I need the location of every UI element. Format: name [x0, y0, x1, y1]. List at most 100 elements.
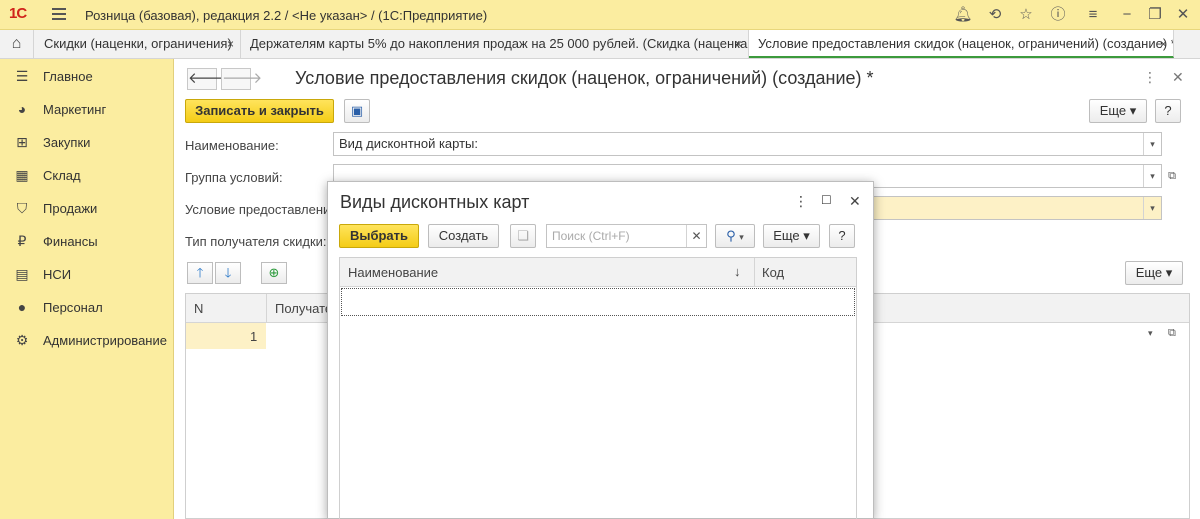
- close-form-icon[interactable]: ✕: [1172, 69, 1184, 86]
- close-window-icon[interactable]: ✕: [1173, 5, 1193, 25]
- sidebar-item-label: Продажи: [43, 201, 98, 216]
- chevron-down-icon[interactable]: ▾: [1143, 197, 1161, 219]
- help-button[interactable]: ?: [829, 224, 855, 248]
- more-label: Еще: [1099, 103, 1127, 118]
- warehouse-icon: ▦: [15, 167, 29, 183]
- tab-condition-create[interactable]: Условие предоставления скидок (наценок, …: [749, 30, 1174, 58]
- more-vertical-icon[interactable]: ⋮: [794, 193, 808, 210]
- page-title: Условие предоставления скидок (наценок, …: [295, 68, 874, 88]
- sidebar-item-purchases[interactable]: ⊞ Закупки: [0, 126, 174, 159]
- close-icon[interactable]: ✕: [849, 193, 861, 210]
- restore-icon[interactable]: ❐: [1145, 5, 1165, 25]
- tab-bar: ⌂ Скидки (наценки, ограничения) × Держат…: [0, 30, 1200, 59]
- sidebar: ☰ Главное ◕ Маркетинг ⊞ Закупки ▦ Склад …: [0, 59, 174, 519]
- group-label: Группа условий:: [185, 170, 283, 185]
- copy-icon[interactable]: ❏: [510, 224, 536, 248]
- shopping-bag-icon: ⛉: [16, 200, 28, 216]
- star-icon[interactable]: ☆: [1016, 5, 1036, 25]
- title-bar: 1С Розница (базовая), редакция 2.2 / <Не…: [0, 0, 1200, 30]
- column-header-n: N: [194, 301, 204, 316]
- save-and-close-button[interactable]: Записать и закрыть: [185, 99, 334, 123]
- search-placeholder: Поиск (Ctrl+F): [552, 229, 630, 243]
- add-row-button[interactable]: ⊕: [261, 262, 287, 284]
- name-label: Наименование:: [185, 138, 279, 153]
- table-row[interactable]: [341, 288, 855, 316]
- search-input[interactable]: Поиск (Ctrl+F) ✕: [546, 224, 707, 248]
- pie-chart-icon: ◕: [17, 101, 27, 117]
- list-icon: ☰: [15, 68, 29, 84]
- info-icon[interactable]: ⓘ: [1048, 5, 1068, 25]
- sidebar-item-label: Главное: [43, 69, 93, 84]
- column-header-name[interactable]: Наименование: [348, 265, 438, 280]
- sidebar-item-warehouse[interactable]: ▦ Склад: [0, 159, 174, 192]
- ruble-coin-icon: ₽: [17, 233, 27, 249]
- move-down-button[interactable]: 🡓: [215, 262, 241, 284]
- sidebar-item-admin[interactable]: ⚙ Администрирование: [0, 324, 174, 357]
- close-tab-icon[interactable]: ×: [1160, 30, 1167, 56]
- chevron-down-icon[interactable]: ▾: [1148, 328, 1153, 339]
- column-header-recipient: Получате: [275, 301, 333, 316]
- sidebar-item-main[interactable]: ☰ Главное: [0, 60, 174, 93]
- bell-icon[interactable]: 🔔︎: [953, 5, 973, 25]
- more-label: Еще: [1135, 265, 1163, 280]
- search-icon[interactable]: ⚲ ▾: [715, 224, 755, 248]
- sidebar-item-sales[interactable]: ⛉ Продажи: [0, 192, 174, 225]
- sidebar-item-label: Склад: [43, 168, 81, 183]
- history-icon[interactable]: ⟲: [985, 5, 1005, 25]
- discount-card-types-dialog: Виды дисконтных карт ⋮ ☐ ✕ Выбрать Созда…: [327, 181, 874, 519]
- table-more-button[interactable]: Еще ▾: [1125, 261, 1183, 285]
- person-icon: ●: [17, 299, 27, 315]
- open-link-icon[interactable]: ⧉: [1168, 327, 1176, 340]
- create-button[interactable]: Создать: [428, 224, 499, 248]
- chevron-down-icon[interactable]: ▾: [1143, 133, 1161, 155]
- close-tab-icon[interactable]: ×: [735, 30, 742, 58]
- save-icon[interactable]: ▣: [344, 99, 370, 123]
- gear-icon: ⚙: [15, 332, 29, 348]
- row-number: 1: [250, 329, 258, 344]
- move-up-button[interactable]: 🡑: [187, 262, 213, 284]
- database-icon: ▤: [15, 266, 29, 282]
- more-label: Еще: [773, 228, 800, 243]
- sidebar-item-label: Финансы: [43, 234, 98, 249]
- name-field[interactable]: Вид дисконтной карты: ▾: [333, 132, 1162, 156]
- sort-arrow-icon: ↓: [734, 264, 741, 279]
- sidebar-item-label: Маркетинг: [43, 102, 107, 117]
- help-button[interactable]: ?: [1155, 99, 1181, 123]
- dialog-title: Виды дисконтных карт: [340, 192, 530, 212]
- tab-label: Держателям карты 5% до накопления продаж…: [250, 36, 749, 51]
- tab-card-holders[interactable]: Держателям карты 5% до накопления продаж…: [241, 30, 749, 58]
- clear-search-icon[interactable]: ✕: [686, 225, 706, 247]
- close-tab-icon[interactable]: ×: [227, 30, 234, 58]
- sidebar-item-label: Персонал: [43, 300, 103, 315]
- recipient-type-label: Тип получателя скидки:: [185, 234, 327, 249]
- select-button[interactable]: Выбрать: [339, 224, 419, 248]
- app-title: Розница (базовая), редакция 2.2 / <Не ук…: [85, 8, 488, 23]
- app-logo: 1С: [9, 5, 27, 22]
- sidebar-item-marketing[interactable]: ◕ Маркетинг: [0, 93, 174, 126]
- column-header-code[interactable]: Код: [762, 265, 784, 280]
- forward-button[interactable]: 🡒: [221, 68, 262, 90]
- card-types-table: Наименование ↓ Код: [339, 257, 857, 519]
- sidebar-item-label: НСИ: [43, 267, 72, 282]
- sidebar-item-label: Администрирование: [43, 333, 167, 348]
- main-menu-icon[interactable]: [52, 8, 66, 20]
- table-header: Наименование ↓ Код: [340, 258, 856, 287]
- more-vertical-icon[interactable]: ⋮: [1143, 69, 1157, 86]
- sidebar-item-nsi[interactable]: ▤ НСИ: [0, 258, 174, 291]
- home-icon[interactable]: ⌂: [0, 30, 34, 58]
- maximize-icon[interactable]: ☐: [821, 193, 832, 207]
- settings-menu-icon[interactable]: ≡: [1083, 5, 1103, 25]
- sidebar-item-finance[interactable]: ₽ Финансы: [0, 225, 174, 258]
- open-link-icon[interactable]: ⧉: [1162, 164, 1182, 188]
- more-button[interactable]: Еще ▾: [1089, 99, 1147, 123]
- tab-discounts[interactable]: Скидки (наценки, ограничения) ×: [35, 30, 241, 58]
- minimize-icon[interactable]: −: [1117, 5, 1137, 25]
- sidebar-item-label: Закупки: [43, 135, 91, 150]
- back-button[interactable]: 🡐: [187, 68, 228, 90]
- more-button[interactable]: Еще ▾: [763, 224, 820, 248]
- condition-label: Условие предоставления: [185, 202, 338, 217]
- cart-icon: ⊞: [16, 134, 28, 150]
- sidebar-item-personnel[interactable]: ● Персонал: [0, 291, 174, 324]
- tab-label: Условие предоставления скидок (наценок, …: [758, 36, 1174, 51]
- chevron-down-icon[interactable]: ▾: [1143, 165, 1161, 187]
